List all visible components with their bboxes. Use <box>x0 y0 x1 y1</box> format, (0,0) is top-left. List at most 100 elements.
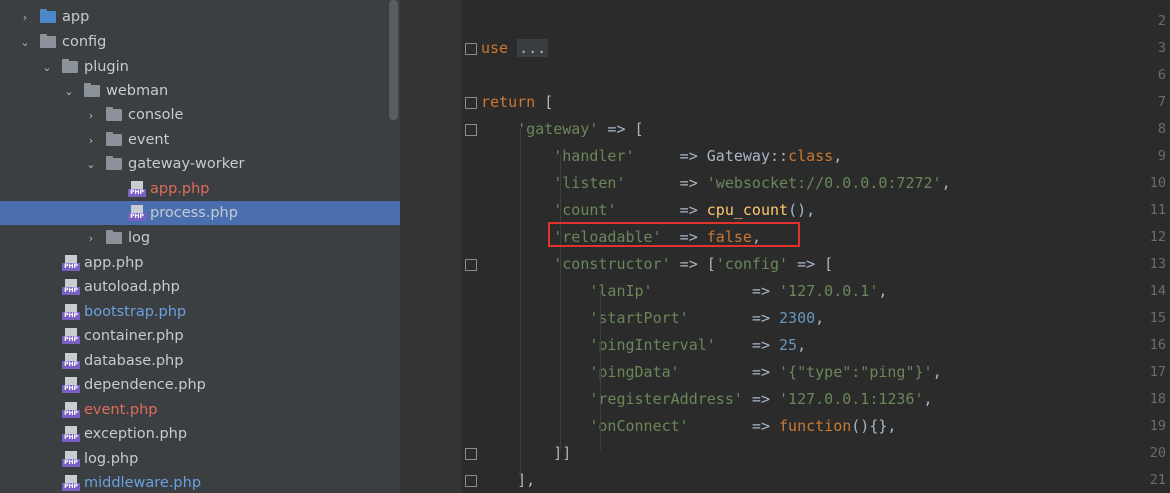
tree-folder-event[interactable]: › event <box>0 128 400 152</box>
tree-folder-webman[interactable]: ⌄ webman <box>0 79 400 103</box>
project-tree[interactable]: › app ⌄ config ⌄ plugin ⌄ webman › console › event ⌄… <box>0 0 400 493</box>
tree-file-process-php[interactable]: PHP process.php <box>0 201 400 225</box>
line-number: 18 <box>1149 391 1166 407</box>
line-number: 11 <box>1149 202 1166 218</box>
tree-item-label: config <box>62 34 107 50</box>
line-number: 2 <box>1157 13 1166 29</box>
code-line[interactable]: 'lanIp' => '127.0.0.1', <box>481 282 887 300</box>
tree-scrollbar[interactable] <box>389 0 398 120</box>
code-token: ], <box>481 471 536 489</box>
code-token: , <box>923 390 933 408</box>
code-line[interactable]: 'pingData' => '{"type":"ping"}', <box>481 363 941 381</box>
code-token: => <box>688 309 780 327</box>
code-token: (){}, <box>851 417 897 435</box>
tree-file-bootstrap-php[interactable]: PHP bootstrap.php <box>0 300 400 324</box>
tree-file-autoload-php[interactable]: PHP autoload.php <box>0 275 400 299</box>
tree-item-label: process.php <box>150 205 238 221</box>
code-token: 'pingInterval' <box>589 336 716 354</box>
tree-file-app-php[interactable]: PHP app.php <box>0 177 400 201</box>
indent-guide <box>560 155 561 450</box>
chevron-right-icon[interactable]: › <box>84 108 98 122</box>
tree-folder-console[interactable]: › console <box>0 103 400 127</box>
code-line[interactable]: 'constructor' => ['config' => [ <box>481 255 833 273</box>
code-token: function <box>779 417 852 435</box>
line-number: 13 <box>1149 256 1166 272</box>
indent-guide <box>600 290 601 450</box>
fold-icon[interactable] <box>465 97 477 109</box>
code-line[interactable]: ], <box>481 471 535 489</box>
code-line[interactable]: 'pingInterval' => 25, <box>481 336 806 354</box>
fold-icon[interactable] <box>465 43 477 55</box>
code-line[interactable]: return [ <box>481 93 553 111</box>
code-token: 2300 <box>779 309 816 327</box>
chevron-down-icon[interactable]: ⌄ <box>18 35 32 49</box>
code-token: 'config' <box>715 255 789 273</box>
chevron-down-icon[interactable]: ⌄ <box>84 157 98 171</box>
code-token: , <box>833 147 843 165</box>
line-number: 20 <box>1149 445 1166 461</box>
tree-folder-app[interactable]: › app <box>0 5 400 29</box>
tree-folder-log[interactable]: › log <box>0 226 400 250</box>
code-token: 'listen' <box>553 174 626 192</box>
tree-file-app-php[interactable]: PHP app.php <box>0 251 400 275</box>
chevron-down-icon[interactable]: ⌄ <box>40 60 54 74</box>
code-editor[interactable]: 2 3 use ... 6 7 return [8 'gateway' => [9 'ha… <box>400 0 1170 493</box>
tree-file-log-php[interactable]: PHP log.php <box>0 447 400 471</box>
code-line[interactable]: 'count' => cpu_count(), <box>481 201 815 219</box>
code-line[interactable]: 'handler' => Gateway::class, <box>481 147 842 165</box>
tree-file-dependence-php[interactable]: PHP dependence.php <box>0 373 400 397</box>
code-token: class <box>788 147 834 165</box>
tree-file-database-php[interactable]: PHP database.php <box>0 349 400 373</box>
tree-item-label: log.php <box>84 451 139 467</box>
line-number: 3 <box>1157 40 1166 56</box>
code-token: 'pingData' <box>589 363 680 381</box>
code-token: '127.0.0.1' <box>779 282 879 300</box>
code-token: '{"type":"ping"}' <box>779 363 933 381</box>
code-token: 'websocket://0.0.0.0:7272' <box>706 174 942 192</box>
fold-icon[interactable] <box>465 259 477 271</box>
code-token: [ <box>535 93 554 111</box>
line-number: 7 <box>1157 94 1166 110</box>
code-token: cpu_count <box>706 201 789 219</box>
tree-item-label: autoload.php <box>84 279 180 295</box>
code-line[interactable]: 'startPort' => 2300, <box>481 309 824 327</box>
tree-folder-gateway-worker[interactable]: ⌄ gateway-worker <box>0 152 400 176</box>
tree-item-label: bootstrap.php <box>84 304 187 320</box>
php-file-icon: PHP <box>62 377 80 393</box>
fold-end-icon[interactable] <box>465 475 477 487</box>
tree-folder-config[interactable]: ⌄ config <box>0 30 400 54</box>
php-file-icon: PHP <box>62 402 80 418</box>
tree-item-label: app.php <box>150 181 210 197</box>
code-line[interactable]: 'listen' => 'websocket://0.0.0.0:7272', <box>481 174 950 192</box>
code-token: use <box>481 39 509 57</box>
tree-item-label: gateway-worker <box>128 156 245 172</box>
chevron-down-icon[interactable]: ⌄ <box>62 84 76 98</box>
line-number: 16 <box>1149 337 1166 353</box>
folder-icon <box>106 107 122 121</box>
tree-file-exception-php[interactable]: PHP exception.php <box>0 422 400 446</box>
code-token: (), <box>788 201 816 219</box>
tree-file-middleware-php[interactable]: PHP middleware.php <box>0 471 400 493</box>
tree-file-container-php[interactable]: PHP container.php <box>0 324 400 348</box>
code-line[interactable]: 'gateway' => [ <box>481 120 643 138</box>
fold-end-icon[interactable] <box>465 448 477 460</box>
code-line[interactable]: 'registerAddress' => '127.0.0.1:1236', <box>481 390 933 408</box>
code-token: => <box>679 363 780 381</box>
chevron-right-icon[interactable]: › <box>84 231 98 245</box>
fold-icon[interactable] <box>465 124 477 136</box>
code-line[interactable]: use ... <box>481 39 549 57</box>
code-line[interactable]: 'onConnect' => function(){}, <box>481 417 896 435</box>
code-line[interactable]: ]] <box>481 444 571 462</box>
code-token: , <box>878 282 888 300</box>
tree-file-event-php[interactable]: PHP event.php <box>0 398 400 422</box>
tree-folder-plugin[interactable]: ⌄ plugin <box>0 55 400 79</box>
chevron-right-icon[interactable]: › <box>18 10 32 24</box>
chevron-right-icon[interactable]: › <box>84 133 98 147</box>
line-number: 14 <box>1149 283 1166 299</box>
